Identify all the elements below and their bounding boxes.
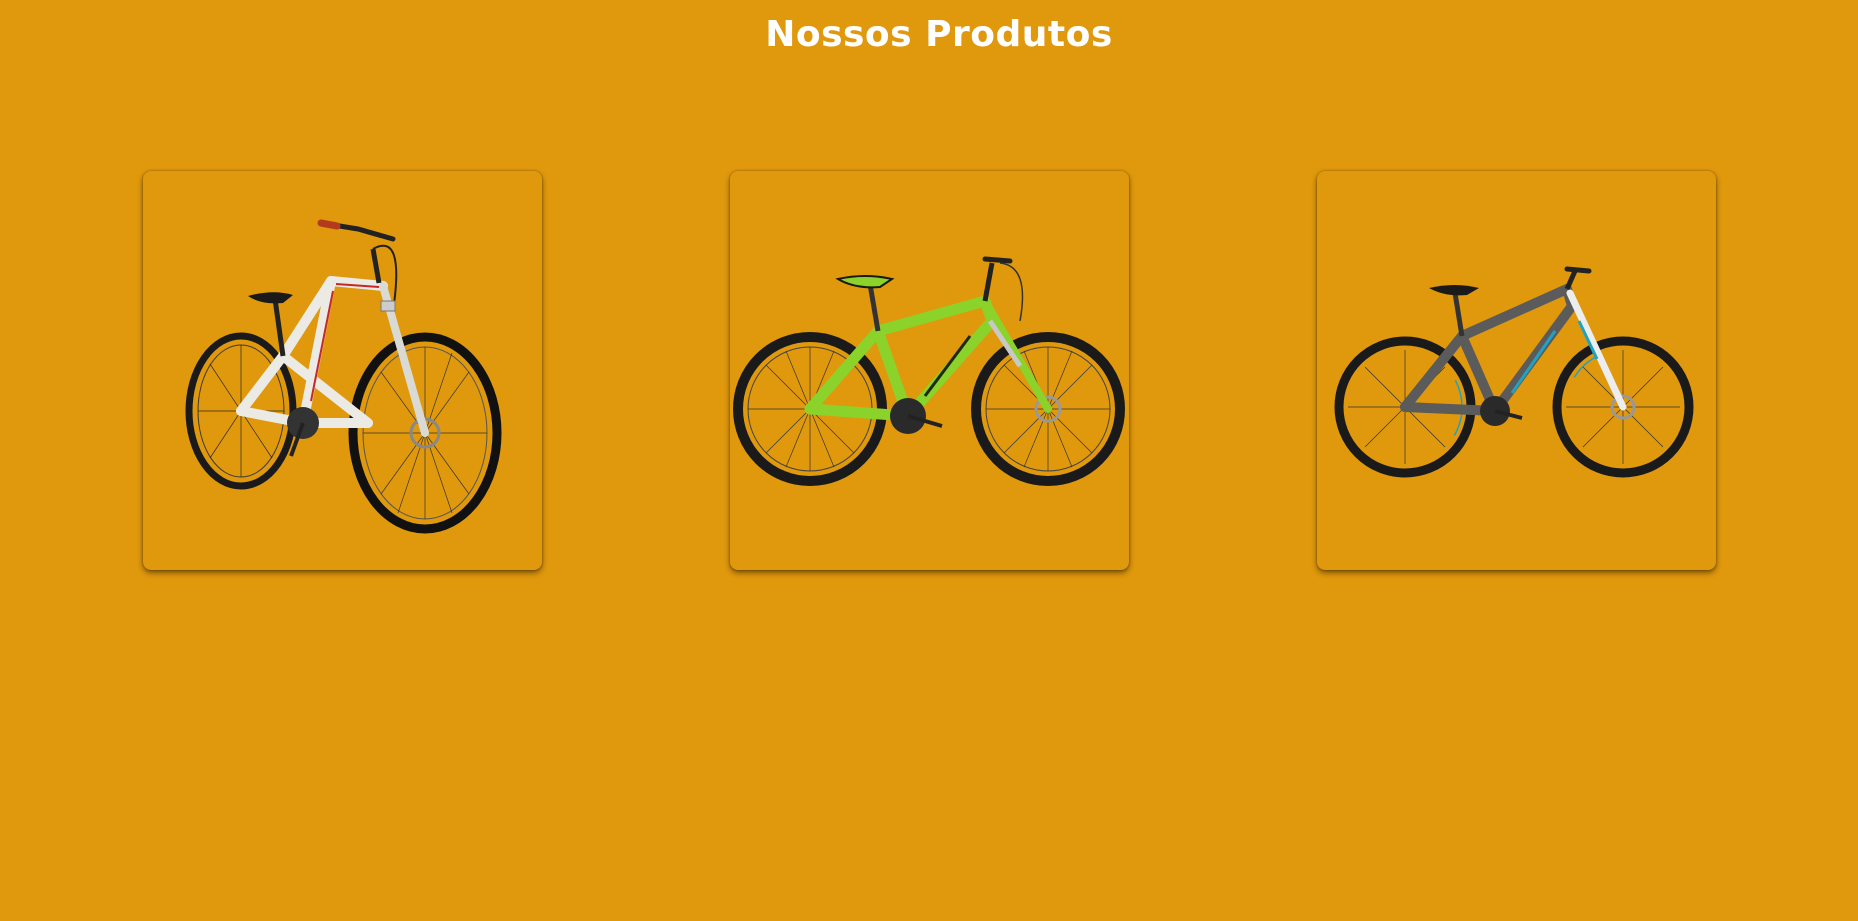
white-bicycle-icon — [185, 219, 502, 534]
page-title: Nossos Produtos — [765, 14, 1113, 55]
product-card-white-bike[interactable] — [143, 171, 542, 570]
grey-bicycle-icon — [1334, 266, 1694, 478]
product-card-green-bike[interactable] — [730, 171, 1129, 570]
green-bicycle-icon — [733, 256, 1125, 486]
product-card-grey-bike[interactable] — [1317, 171, 1716, 570]
